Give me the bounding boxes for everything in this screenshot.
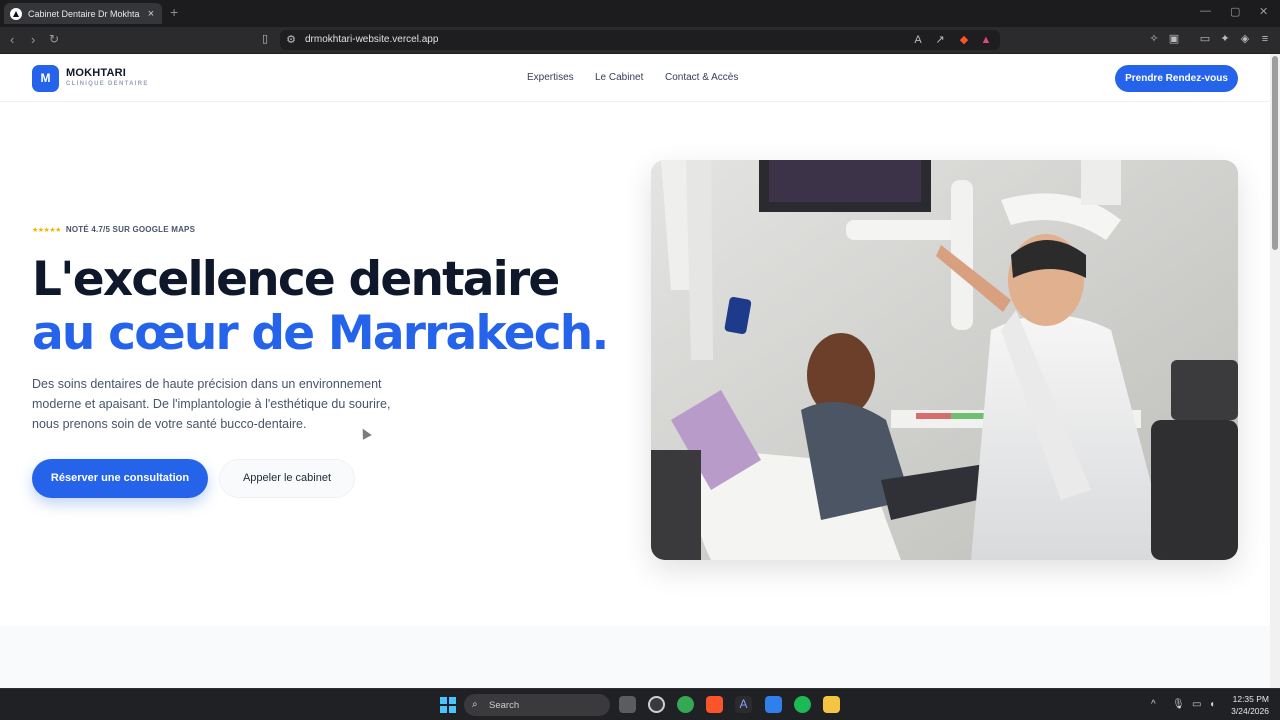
menu-icon[interactable]: ≡ [1259, 33, 1271, 45]
hero-description: Des soins dentaires de haute précision d… [32, 374, 412, 434]
close-tab-icon[interactable]: × [146, 8, 156, 20]
vpn-icon[interactable]: ◈ [1239, 33, 1251, 45]
url-text[interactable]: drmokhtari-website.vercel.app [305, 34, 438, 45]
site-favicon-icon [10, 7, 22, 20]
arc-icon[interactable]: A [735, 696, 752, 713]
logo-subtitle: CLINIQUE DENTAIRE [66, 81, 149, 87]
extensions-icon[interactable]: ✧ [1148, 33, 1160, 45]
task-view-icon[interactable] [619, 696, 636, 713]
microphone-icon[interactable]: 🎙 [1172, 699, 1185, 710]
system-clock[interactable]: 12:35 PM 3/24/2026 [1227, 693, 1269, 717]
chrome-icon[interactable] [677, 696, 694, 713]
rating-text: NOTÉ 4.7/5 SUR GOOGLE MAPS [65, 225, 196, 234]
close-window-button[interactable]: ✕ [1259, 5, 1268, 18]
brave-shield-icon[interactable]: ◆ [958, 34, 970, 46]
logo-badge[interactable]: M [32, 65, 59, 92]
browser-tab-strip: Cabinet Dentaire Dr Mokhtari N × + — ▢ ✕ [0, 0, 1280, 27]
hero-clinic-photo [651, 160, 1238, 560]
clock-date: 3/24/2026 [1231, 706, 1269, 716]
taskbar-search-placeholder: Search [489, 700, 520, 711]
hero-headline-line2: au cœur de Marrakech. [32, 306, 609, 361]
nav-contact-acces[interactable]: Contact & Accès [665, 72, 738, 83]
vscode-icon[interactable] [765, 696, 782, 713]
hero-description-line: nous prenons soin de votre santé bucco-d… [32, 417, 307, 431]
browser-tab[interactable]: Cabinet Dentaire Dr Mokhtari N × [4, 3, 162, 24]
search-icon: ⌕ [472, 699, 478, 710]
sidebar-icon[interactable]: ▣ [1168, 33, 1180, 45]
next-section-band [0, 626, 1270, 688]
hero-description-line: Des soins dentaires de haute précision d… [32, 377, 382, 391]
file-explorer-icon[interactable] [823, 696, 840, 713]
clock-time: 12:35 PM [1232, 694, 1269, 704]
spotify-icon[interactable] [794, 696, 811, 713]
browser-toolbar: ‹ › ↻ ▯ ⚙ drmokhtari-website.vercel.app … [0, 27, 1280, 53]
minimize-button[interactable]: — [1200, 5, 1211, 17]
hero-headline-line1: L'excellence dentaire [32, 252, 560, 307]
leo-ai-icon[interactable]: ✦ [1219, 33, 1231, 45]
brave-icon[interactable] [706, 696, 723, 713]
site-header: M MOKHTARI CLINIQUE DENTAIRE Expertises … [0, 54, 1270, 102]
web-page: M MOKHTARI CLINIQUE DENTAIRE Expertises … [0, 54, 1270, 688]
new-tab-button[interactable]: + [170, 4, 178, 20]
maximize-button[interactable]: ▢ [1230, 5, 1240, 18]
share-icon[interactable]: ↗ [934, 34, 946, 46]
logo-name[interactable]: MOKHTARI [66, 67, 126, 79]
nav-le-cabinet[interactable]: Le Cabinet [595, 72, 643, 83]
address-bar[interactable]: ⚙ drmokhtari-website.vercel.app A ↗ ◆ ▲ [280, 30, 1000, 50]
scrollbar-thumb[interactable] [1272, 56, 1278, 250]
bookmark-icon[interactable]: ▯ [259, 33, 271, 45]
rating-badge: ★★★★★ NOTÉ 4.7/5 SUR GOOGLE MAPS [32, 225, 195, 234]
page-scrollbar[interactable] [1270, 54, 1280, 688]
call-clinic-button[interactable]: Appeler le cabinet [219, 459, 355, 498]
book-consultation-button[interactable]: Réserver une consultation [32, 459, 208, 498]
hero-description-line: moderne et apaisant. De l'implantologie … [32, 397, 391, 411]
forward-icon[interactable]: › [31, 32, 35, 47]
taskbar-search[interactable]: ⌕ Search [464, 694, 610, 716]
rewards-icon[interactable]: ▲ [980, 34, 992, 46]
volume-icon[interactable]: ◖ [1209, 699, 1215, 710]
tray-chevron-icon[interactable]: ^ [1151, 699, 1156, 710]
windows-taskbar: ⌕ Search A ^ 🎙 ▭ ◖ 12:35 PM 3/24/2026 [0, 688, 1280, 720]
tab-title: Cabinet Dentaire Dr Mokhtari N [28, 8, 140, 19]
app-icon[interactable] [648, 696, 665, 713]
network-icon[interactable]: ▭ [1192, 699, 1201, 710]
book-appointment-button[interactable]: Prendre Rendez-vous [1115, 65, 1238, 92]
nav-expertises[interactable]: Expertises [527, 72, 574, 83]
rating-stars-icon: ★★★★★ [32, 226, 61, 234]
wallet-icon[interactable]: ▭ [1199, 33, 1211, 45]
site-info-icon[interactable]: ⚙ [285, 34, 297, 46]
reload-icon[interactable]: ↻ [49, 32, 59, 46]
back-icon[interactable]: ‹ [10, 32, 14, 47]
translate-icon[interactable]: A [912, 34, 924, 46]
windows-start-icon[interactable] [440, 697, 456, 713]
